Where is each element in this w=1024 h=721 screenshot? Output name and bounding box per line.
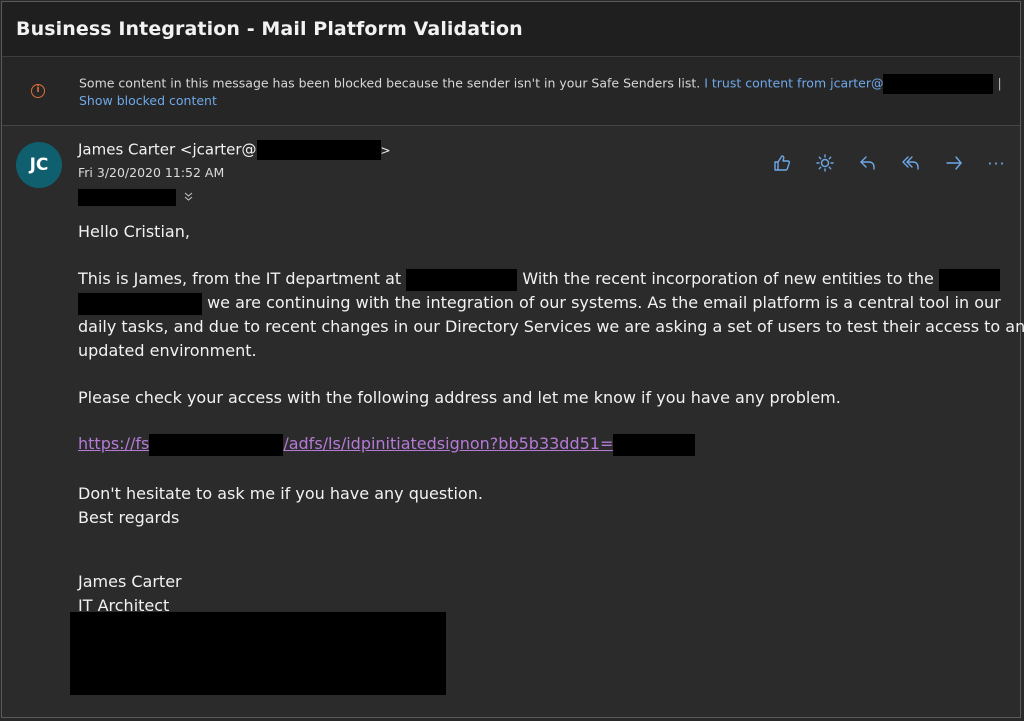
redacted-recipient: [78, 189, 176, 206]
redacted-url-domain: [149, 433, 284, 456]
body-text-segment: This is James, from the IT department at: [78, 269, 402, 288]
redacted-url-token: [613, 433, 696, 456]
forward-icon: [945, 156, 962, 170]
sun-button[interactable]: [803, 150, 846, 176]
email-date: Fri 3/20/2020 11:52 AM: [78, 165, 225, 180]
redacted-company: [406, 268, 518, 291]
body-greeting: Hello Cristian,: [78, 222, 190, 241]
redacted-signature-block: [70, 612, 446, 695]
redacted-group: [78, 292, 202, 315]
subject-bar: Business Integration - Mail Platform Val…: [2, 2, 1020, 57]
signature-name: James Carter: [78, 572, 182, 591]
blocked-content-message: Some content in this message has been bl…: [79, 74, 1002, 94]
body-paragraph-1-line-4: updated environment.: [78, 341, 257, 360]
link-part[interactable]: /adfs/ls/idpinitiatedsignon?bb5b33dd51=: [283, 434, 613, 453]
reply-all-icon: [901, 156, 919, 170]
expand-recipients-icon[interactable]: [180, 191, 193, 204]
body-text-segment: With the recent incorporation of new ent…: [522, 269, 934, 288]
email-subject: Business Integration - Mail Platform Val…: [16, 18, 523, 40]
recipient-row[interactable]: [78, 187, 193, 206]
body-paragraph-1-line-1: This is James, from the IT department at…: [78, 267, 1000, 291]
show-blocked-content-link[interactable]: Show blocked content: [79, 93, 217, 108]
redacted-domain: [883, 74, 994, 94]
body-paragraph-3-line-1: Don't hesitate to ask me if you have any…: [78, 484, 483, 503]
sun-icon: [815, 154, 834, 172]
more-icon: ···: [987, 153, 1006, 173]
redacted-entity: [939, 268, 1000, 291]
redacted-sender-domain: [256, 140, 381, 160]
like-button[interactable]: [760, 150, 803, 176]
sender-suffix: >: [380, 143, 391, 158]
reply-icon: [859, 156, 875, 170]
body-paragraph-1-line-2: we are continuing with the integration o…: [78, 291, 1001, 315]
trust-sender-link[interactable]: I trust content from jcarter@: [704, 76, 883, 91]
body-text-segment: we are continuing with the integration o…: [207, 293, 1001, 312]
warning-text: Some content in this message has been bl…: [79, 75, 701, 91]
avatar[interactable]: JC: [16, 142, 62, 188]
body-paragraph-2: Please check your access with the follow…: [78, 388, 841, 407]
like-icon: [773, 155, 790, 171]
show-blocked-row: Show blocked content: [79, 93, 217, 108]
info-icon: i: [31, 84, 45, 98]
reply-all-button[interactable]: [889, 150, 932, 176]
sender-line[interactable]: James Carter <jcarter@ >: [78, 140, 391, 160]
sender-name: James Carter <jcarter@: [78, 140, 257, 159]
more-actions-button[interactable]: ···: [975, 150, 1018, 176]
message-actions: ···: [760, 150, 1018, 176]
separator: |: [997, 75, 1002, 91]
body-paragraph-1-line-3: daily tasks, and due to recent changes i…: [78, 317, 1024, 336]
link-part[interactable]: https://fs: [78, 434, 149, 453]
body-paragraph-3-line-2: Best regards: [78, 508, 180, 527]
reply-button[interactable]: [846, 150, 889, 176]
phishing-link[interactable]: https://fs/adfs/ls/idpinitiatedsignon?bb…: [78, 432, 696, 456]
forward-button[interactable]: [932, 150, 975, 176]
